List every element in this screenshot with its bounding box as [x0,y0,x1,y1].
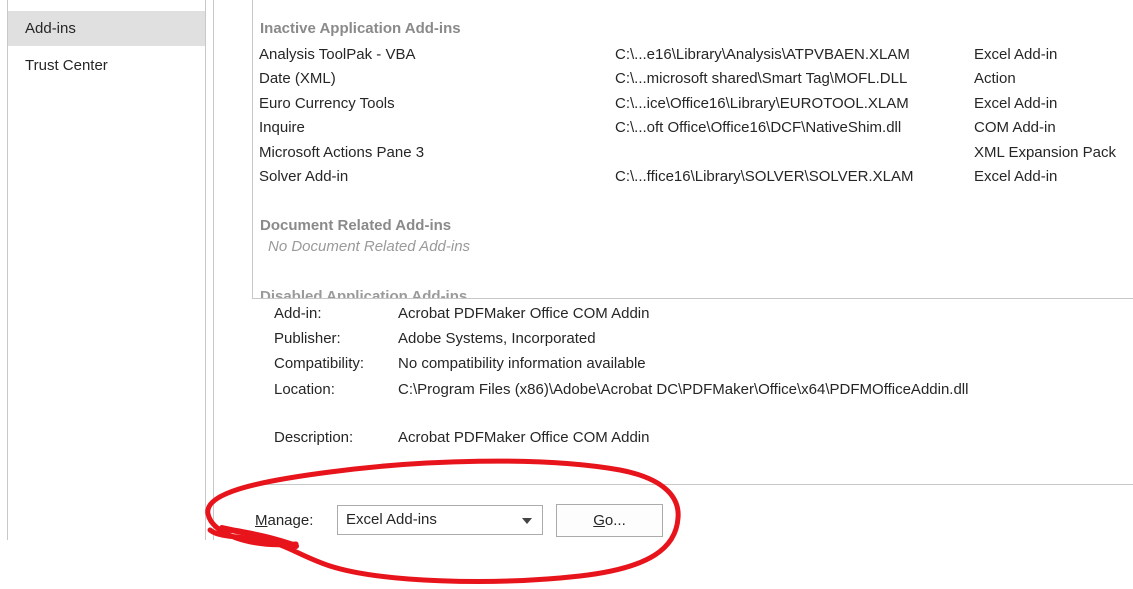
content-divider [213,0,214,540]
group-header-document: Document Related Add-ins [260,217,452,234]
sidebar-item-trust-center[interactable]: Trust Center [8,48,205,83]
detail-label-location: Location: [274,381,335,398]
manage-label: Manage: [255,509,313,533]
manage-label-accelerator: M [255,512,268,529]
chevron-down-icon[interactable] [522,518,532,524]
go-button-accelerator: G [593,512,605,529]
sidebar-item-label: Add-ins [25,20,76,37]
addin-type: XML Expansion Pack [974,144,1117,161]
addins-listbox[interactable]: Inactive Application Add-ins Analysis To… [252,0,1133,299]
addin-name: Solver Add-in [259,168,349,185]
table-row[interactable]: Euro Currency Tools C:\...ice\Office16\L… [253,92,1133,116]
sidebar-item-label: Trust Center [25,57,108,74]
addin-name: Euro Currency Tools [259,95,395,112]
table-row[interactable]: Solver Add-in C:\...ffice16\Library\SOLV… [253,165,1133,189]
group-header-inactive: Inactive Application Add-ins [260,20,461,37]
detail-value-compatibility: No compatibility information available [398,355,646,372]
table-row[interactable]: Analysis ToolPak - VBA C:\...e16\Library… [253,43,1133,67]
detail-value-location: C:\Program Files (x86)\Adobe\Acrobat DC\… [398,381,969,398]
group-header-disabled: Disabled Application Add-ins [260,288,468,299]
addin-location: C:\...ice\Office16\Library\EUROTOOL.XLAM [615,95,909,112]
addin-type: Excel Add-in [974,46,1058,63]
addin-name: Analysis ToolPak - VBA [259,46,416,63]
manage-dropdown-value: Excel Add-ins [346,511,437,528]
empty-state-text: No Document Related Add-ins [268,238,471,255]
addin-location: C:\...ffice16\Library\SOLVER\SOLVER.XLAM [615,168,914,185]
manage-label-text: anage: [267,512,314,529]
detail-label-publisher: Publisher: [274,330,341,347]
addin-name: Date (XML) [259,70,336,87]
go-button-label: o... [604,512,626,529]
addin-location: C:\...e16\Library\Analysis\ATPVBAEN.XLAM [615,46,910,63]
excel-options-addins-page: Add-ins Trust Center Inactive Applicatio… [0,0,1133,589]
detail-value-description: Acrobat PDFMaker Office COM Addin [398,429,650,446]
table-row[interactable]: Inquire C:\...oft Office\Office16\DCF\Na… [253,116,1133,140]
sidebar-item-addins[interactable]: Add-ins [8,11,205,46]
table-row[interactable]: Date (XML) C:\...microsoft shared\Smart … [253,67,1133,91]
addin-type: Excel Add-in [974,168,1058,185]
manage-dropdown[interactable]: Excel Add-ins [337,505,543,535]
detail-label-addin: Add-in: [274,305,322,322]
addin-type: Excel Add-in [974,95,1058,112]
detail-value-publisher: Adobe Systems, Incorporated [398,330,596,347]
addin-type: Action [974,70,1016,87]
detail-label-compatibility: Compatibility: [274,355,365,372]
detail-label-description: Description: [274,429,354,446]
detail-value-addin: Acrobat PDFMaker Office COM Addin [398,305,650,322]
go-button[interactable]: Go... [556,504,663,537]
addin-type: COM Add-in [974,119,1056,136]
options-sidebar: Add-ins Trust Center [0,0,206,540]
addin-name: Inquire [259,119,305,136]
addin-name: Microsoft Actions Pane 3 [259,144,425,161]
table-row[interactable]: Microsoft Actions Pane 3 XML Expansion P… [253,141,1133,165]
section-divider [252,484,1133,485]
addin-location: C:\...oft Office\Office16\DCF\NativeShim… [615,119,902,136]
addin-location: C:\...microsoft shared\Smart Tag\MOFL.DL… [615,70,908,87]
